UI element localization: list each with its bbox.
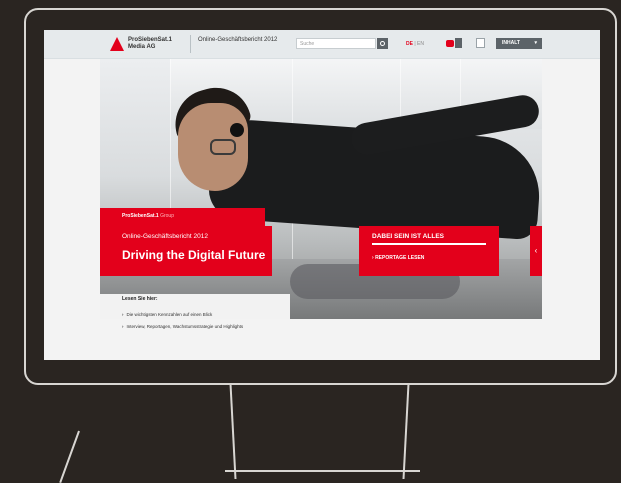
hero-image	[100, 59, 542, 319]
company-name[interactable]: ProSiebenSat.1 Media AG	[128, 37, 188, 51]
read-link-interview[interactable]: › Interview, Reportagen, Wachstumsstrateg…	[122, 324, 243, 329]
read-heading: Lesen Sie hier:	[122, 296, 158, 302]
arrow-right-icon: ›	[122, 312, 124, 317]
monitor-foot	[225, 470, 420, 472]
contents-menu-button[interactable]: INHALT ▾	[496, 38, 542, 49]
read-link-key-figures[interactable]: › Die wichtigsten Kennzahlen auf einen Bl…	[122, 312, 212, 317]
monitor-base-left	[59, 430, 80, 483]
monitor-stand-right	[402, 384, 418, 479]
youtube-icon[interactable]	[446, 40, 454, 47]
brand-label: ProSiebenSat.1 Group	[122, 213, 174, 219]
read-link-text: Interview, Reportagen, Wachstumsstrategi…	[126, 324, 244, 329]
promo-read-link[interactable]: › REPORTAGE LESEN	[372, 255, 424, 261]
arrow-right-icon: ›	[122, 324, 124, 329]
chevron-left-icon[interactable]: ‹	[530, 226, 542, 276]
document-icon[interactable]	[455, 38, 462, 48]
lang-en-link[interactable]: EN	[417, 41, 424, 47]
read-link-text: Die wichtigsten Kennzahlen auf einen Bli…	[126, 312, 213, 317]
contents-menu-label: INHALT	[502, 40, 520, 46]
figure-glasses	[210, 139, 236, 155]
promo-link-text: REPORTAGE LESEN	[375, 255, 425, 261]
website-screen: ProSiebenSat.1 Media AG Online-Geschäfts…	[44, 30, 600, 360]
language-switcher: DE | EN	[406, 41, 424, 47]
top-navigation-bar: ProSiebenSat.1 Media AG Online-Geschäfts…	[44, 30, 600, 59]
promo-title: DABEI SEIN IST ALLES	[372, 233, 444, 240]
brand-text: ProSiebenSat.1	[122, 213, 159, 219]
hero-subtitle: Online-Geschäftsbericht 2012	[122, 233, 208, 240]
promo-divider	[372, 243, 486, 245]
header-divider	[190, 35, 191, 53]
chevron-down-icon: ▾	[534, 40, 537, 46]
chart-icon[interactable]	[476, 38, 485, 48]
lang-separator: |	[414, 41, 416, 47]
brand-group-text: Group	[160, 213, 174, 219]
search-input[interactable]: Suche	[296, 38, 376, 49]
headset-icon	[230, 123, 244, 137]
lang-de-link[interactable]: DE	[406, 41, 413, 47]
report-title: Online-Geschäftsbericht 2012	[198, 37, 278, 43]
prosieben-logo-icon[interactable]	[110, 37, 124, 51]
monitor-stand-left	[229, 384, 245, 479]
hero-title: Driving the Digital Future	[122, 248, 266, 262]
search-icon[interactable]	[377, 38, 388, 49]
